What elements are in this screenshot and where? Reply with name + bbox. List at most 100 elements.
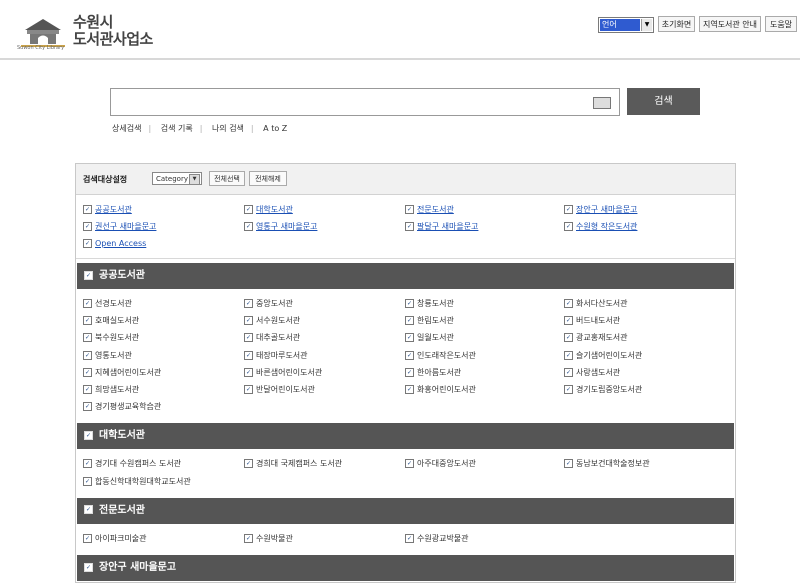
target-checkbox-item[interactable]: ✓ 화홍어린이도서관: [405, 384, 476, 395]
checkbox-checked-icon[interactable]: ✓: [84, 562, 93, 572]
target-label[interactable]: 공공도서관: [95, 205, 132, 214]
target-checkbox-item[interactable]: ✓ 화서다산도서관: [564, 298, 628, 309]
checkbox-checked-icon[interactable]: ✓: [83, 299, 92, 308]
checkbox-checked-icon[interactable]: ✓: [564, 222, 573, 231]
target-checkbox-item[interactable]: ✓ 한림도서관: [405, 315, 454, 326]
search-history-link[interactable]: 검색 기록: [161, 124, 193, 133]
checkbox-checked-icon[interactable]: ✓: [83, 476, 92, 486]
checkbox-checked-icon[interactable]: ✓: [405, 459, 414, 469]
checkbox-checked-icon[interactable]: ✓: [244, 316, 253, 326]
target-checkbox-item[interactable]: ✓ 사랑샘도서관: [564, 367, 620, 378]
help-button[interactable]: 도움말: [765, 16, 797, 32]
checkbox-checked-icon[interactable]: ✓: [564, 299, 573, 308]
target-checkbox-item[interactable]: ✓ 지혜샘어린이도서관: [83, 367, 161, 378]
target-checkbox-item[interactable]: ✓ 슬기샘어린이도서관: [564, 350, 642, 361]
checkbox-checked-icon[interactable]: ✓: [84, 505, 93, 515]
checkbox-checked-icon[interactable]: ✓: [244, 299, 253, 308]
checkbox-checked-icon[interactable]: ✓: [83, 402, 92, 412]
target-checkbox-item[interactable]: ✓ 바른샘어린이도서관: [244, 367, 322, 378]
target-checkbox-item[interactable]: ✓ 중앙도서관: [244, 298, 293, 309]
target-label[interactable]: 영통구 새마을문고: [256, 222, 317, 231]
local-library-guide-button[interactable]: 지역도서관 안내: [699, 16, 761, 32]
language-select[interactable]: 언어 ▼: [598, 17, 654, 33]
deselect-all-button[interactable]: 전체해제: [249, 171, 287, 186]
target-label[interactable]: Open Access: [95, 239, 146, 248]
keyboard-icon[interactable]: [593, 97, 611, 109]
target-checkbox-item[interactable]: ✓ 북수원도서관: [83, 332, 139, 343]
target-checkbox-item[interactable]: ✓ 아이파크미술관: [83, 533, 147, 544]
target-label[interactable]: 권선구 새마을문고: [95, 222, 156, 231]
chevron-down-icon[interactable]: ▼: [641, 19, 652, 31]
checkbox-checked-icon[interactable]: ✓: [564, 316, 573, 326]
target-checkbox-item[interactable]: ✓ 광교홍재도서관: [564, 332, 628, 343]
target-checkbox-item[interactable]: ✓ 전문도서관: [405, 204, 454, 215]
checkbox-checked-icon[interactable]: ✓: [244, 205, 253, 214]
select-all-button[interactable]: 전체선택: [209, 171, 245, 186]
target-checkbox-item[interactable]: ✓ 인도래작은도서관: [405, 350, 476, 361]
checkbox-checked-icon[interactable]: ✓: [83, 316, 92, 326]
checkbox-checked-icon[interactable]: ✓: [564, 333, 573, 343]
checkbox-checked-icon[interactable]: ✓: [405, 367, 414, 377]
checkbox-checked-icon[interactable]: ✓: [405, 205, 414, 214]
target-checkbox-item[interactable]: ✓ 태장마루도서관: [244, 350, 308, 361]
target-checkbox-item[interactable]: ✓ 희망샘도서관: [83, 384, 139, 395]
target-checkbox-item[interactable]: ✓ 버드내도서관: [564, 315, 620, 326]
target-checkbox-item[interactable]: ✓ 경희대 국제캠퍼스 도서관: [244, 458, 342, 469]
target-checkbox-item[interactable]: ✓ 영통도서관: [83, 350, 132, 361]
target-checkbox-item[interactable]: ✓ 서수원도서관: [244, 315, 300, 326]
checkbox-checked-icon[interactable]: ✓: [83, 205, 92, 214]
checkbox-checked-icon[interactable]: ✓: [405, 385, 414, 394]
checkbox-checked-icon[interactable]: ✓: [564, 367, 573, 377]
checkbox-checked-icon[interactable]: ✓: [84, 430, 93, 440]
checkbox-checked-icon[interactable]: ✓: [83, 459, 92, 469]
section-header[interactable]: ✓ 장안구 새마을문고: [77, 555, 734, 581]
target-checkbox-item[interactable]: ✓ 장안구 새마을문고: [564, 204, 637, 215]
target-checkbox-item[interactable]: ✓ 공공도서관: [83, 204, 132, 215]
target-checkbox-item[interactable]: ✓ 수원형 작은도서관: [564, 221, 637, 232]
target-checkbox-item[interactable]: ✓ Open Access: [83, 238, 146, 249]
checkbox-checked-icon[interactable]: ✓: [244, 333, 253, 343]
target-checkbox-item[interactable]: ✓ 선경도서관: [83, 298, 132, 309]
home-button[interactable]: 초기화면: [658, 16, 695, 32]
target-checkbox-item[interactable]: ✓ 팔달구 새마을문고: [405, 221, 478, 232]
target-checkbox-item[interactable]: ✓ 수원광교박물관: [405, 533, 469, 544]
category-select[interactable]: Category ▼: [152, 172, 202, 185]
target-label[interactable]: 대학도서관: [256, 205, 293, 214]
checkbox-checked-icon[interactable]: ✓: [405, 299, 414, 308]
checkbox-checked-icon[interactable]: ✓: [244, 459, 253, 469]
target-checkbox-item[interactable]: ✓ 수원박물관: [244, 533, 293, 544]
target-checkbox-item[interactable]: ✓ 대추골도서관: [244, 332, 300, 343]
checkbox-checked-icon[interactable]: ✓: [405, 533, 414, 543]
target-checkbox-item[interactable]: ✓ 권선구 새마을문고: [83, 221, 156, 232]
checkbox-checked-icon[interactable]: ✓: [405, 333, 414, 343]
target-label[interactable]: 장안구 새마을문고: [576, 205, 637, 214]
a-to-z-link[interactable]: A to Z: [263, 124, 287, 133]
checkbox-checked-icon[interactable]: ✓: [83, 222, 92, 231]
checkbox-checked-icon[interactable]: ✓: [83, 533, 92, 543]
checkbox-checked-icon[interactable]: ✓: [244, 367, 253, 377]
target-checkbox-item[interactable]: ✓ 아주대중앙도서관: [405, 458, 476, 469]
target-checkbox-item[interactable]: ✓ 일월도서관: [405, 332, 454, 343]
checkbox-checked-icon[interactable]: ✓: [83, 385, 92, 394]
target-checkbox-item[interactable]: ✓ 한아름도서관: [405, 367, 461, 378]
checkbox-checked-icon[interactable]: ✓: [564, 459, 573, 469]
checkbox-checked-icon[interactable]: ✓: [83, 367, 92, 377]
checkbox-checked-icon[interactable]: ✓: [405, 350, 414, 360]
target-checkbox-item[interactable]: ✓ 창룡도서관: [405, 298, 454, 309]
target-label[interactable]: 팔달구 새마을문고: [417, 222, 478, 231]
checkbox-checked-icon[interactable]: ✓: [564, 205, 573, 214]
checkbox-checked-icon[interactable]: ✓: [405, 222, 414, 231]
section-header[interactable]: ✓ 전문도서관: [77, 497, 734, 524]
checkbox-checked-icon[interactable]: ✓: [405, 316, 414, 326]
target-checkbox-item[interactable]: ✓ 반달어린이도서관: [244, 384, 315, 395]
section-header[interactable]: ✓ 공공도서관: [77, 263, 734, 289]
search-input[interactable]: [110, 88, 620, 116]
target-checkbox-item[interactable]: ✓ 대학도서관: [244, 204, 293, 215]
my-search-link[interactable]: 나의 검색: [212, 124, 244, 133]
advanced-search-link[interactable]: 상세검색: [112, 124, 141, 133]
checkbox-checked-icon[interactable]: ✓: [83, 239, 92, 248]
target-label[interactable]: 전문도서관: [417, 205, 454, 214]
chevron-down-icon[interactable]: ▼: [189, 174, 200, 185]
target-checkbox-item[interactable]: ✓ 경기도립중앙도서관: [564, 384, 642, 395]
target-label[interactable]: 수원형 작은도서관: [576, 222, 637, 231]
